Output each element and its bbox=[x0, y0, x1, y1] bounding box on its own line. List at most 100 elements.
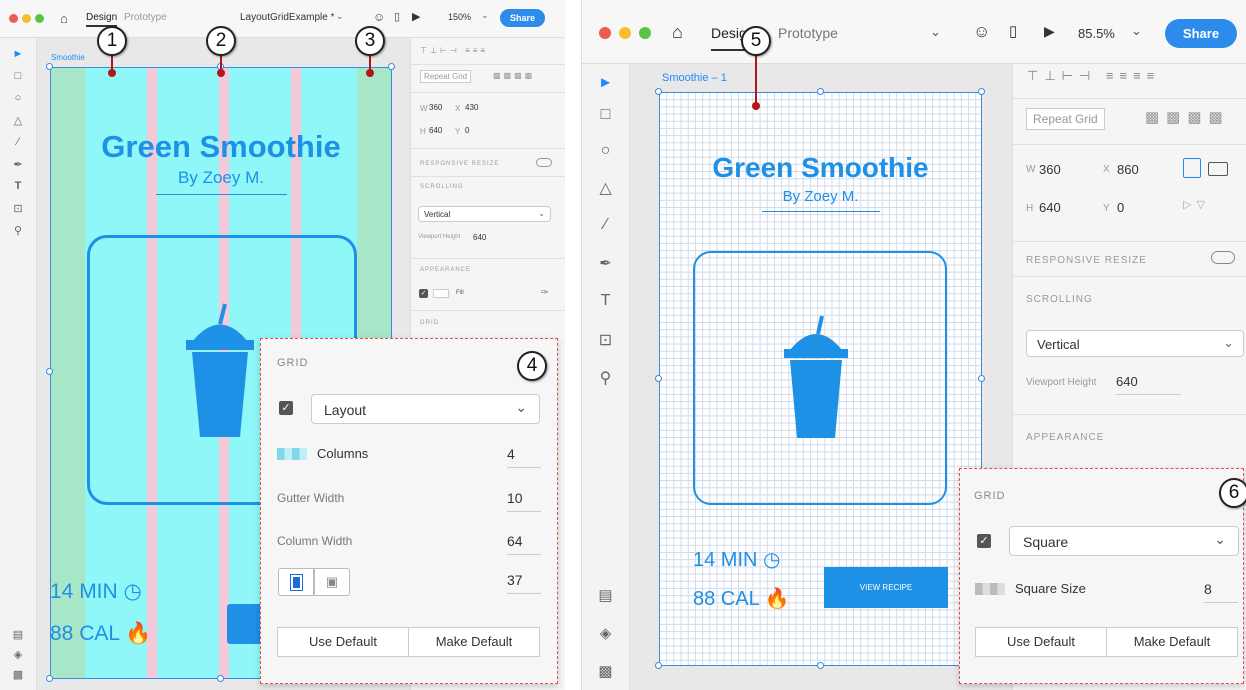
plugins-icon[interactable]: ▩ bbox=[0, 668, 36, 681]
zoom-chevron-icon[interactable]: ⌄ bbox=[1131, 23, 1142, 39]
maximize-window-button[interactable] bbox=[639, 27, 651, 39]
square-size-field[interactable]: 8 bbox=[1204, 581, 1238, 603]
resize-handle[interactable] bbox=[217, 675, 224, 682]
x-field[interactable]: 860 bbox=[1117, 162, 1139, 177]
boolean-ops-icons[interactable]: ▩▩▩▩ bbox=[1145, 108, 1230, 126]
boolean-ops-icons[interactable]: ▩▩▩▩ bbox=[493, 71, 535, 80]
zoom-level[interactable]: 150% bbox=[448, 12, 471, 22]
close-window-button[interactable] bbox=[9, 14, 18, 23]
ellipse-tool-icon[interactable]: ○ bbox=[0, 92, 36, 104]
repeat-grid-button[interactable]: Repeat Grid bbox=[1026, 108, 1105, 130]
rectangle-tool-icon[interactable]: □ bbox=[0, 70, 36, 82]
gutter-width-field[interactable]: 10 bbox=[507, 490, 541, 512]
text-tool-icon[interactable]: T bbox=[0, 180, 36, 192]
resize-handle[interactable] bbox=[817, 88, 824, 95]
x-field[interactable]: 430 bbox=[465, 103, 478, 112]
resize-handle[interactable] bbox=[46, 675, 53, 682]
linked-margins-button[interactable] bbox=[278, 568, 314, 596]
margin-field[interactable]: 37 bbox=[507, 572, 541, 594]
assets-icon[interactable]: ▤ bbox=[0, 628, 36, 641]
select-tool-icon[interactable]: ► bbox=[582, 74, 629, 91]
select-tool-icon[interactable]: ► bbox=[0, 48, 36, 60]
share-user-icon[interactable]: ☺ bbox=[973, 22, 990, 42]
device-icon[interactable]: ▯ bbox=[394, 10, 400, 23]
play-icon[interactable]: ▶ bbox=[1044, 23, 1055, 40]
y-field[interactable]: 0 bbox=[1117, 200, 1124, 215]
individual-margins-button[interactable]: ▣ bbox=[314, 568, 350, 596]
zoom-level[interactable]: 85.5% bbox=[1078, 26, 1115, 41]
home-icon[interactable]: ⌂ bbox=[672, 22, 683, 43]
tab-prototype[interactable]: Prototype bbox=[124, 12, 167, 23]
play-icon[interactable]: ▶ bbox=[412, 10, 420, 23]
align-icons[interactable]: ⊤⊥⊢⊣ ≡≡≡≡ bbox=[1027, 68, 1160, 84]
eyedropper-icon[interactable]: ✑ bbox=[541, 287, 549, 298]
plugins-icon[interactable]: ▩ bbox=[582, 662, 629, 680]
resize-handle[interactable] bbox=[817, 662, 824, 669]
minimize-window-button[interactable] bbox=[22, 14, 31, 23]
height-field[interactable]: 640 bbox=[1039, 200, 1061, 215]
fill-swatch[interactable] bbox=[433, 289, 449, 298]
line-tool-icon[interactable]: ⁄ bbox=[582, 216, 629, 234]
make-default-button[interactable]: Make Default bbox=[1106, 627, 1238, 657]
zoom-tool-icon[interactable]: ⚲ bbox=[582, 368, 629, 388]
width-field[interactable]: 360 bbox=[1039, 162, 1061, 177]
resize-handle[interactable] bbox=[978, 375, 985, 382]
share-user-icon[interactable]: ☺ bbox=[373, 10, 385, 24]
resize-handle[interactable] bbox=[46, 63, 53, 70]
document-title[interactable]: LayoutGridExample * bbox=[240, 12, 335, 23]
share-button[interactable]: Share bbox=[500, 9, 545, 27]
columns-field[interactable]: 4 bbox=[507, 446, 541, 468]
resize-handle[interactable] bbox=[655, 662, 662, 669]
height-field[interactable]: 640 bbox=[429, 126, 442, 135]
y-field[interactable]: 0 bbox=[465, 126, 469, 135]
grid-type-select[interactable]: Square ⌄ bbox=[1009, 526, 1239, 556]
landscape-icon[interactable] bbox=[1208, 162, 1228, 176]
line-tool-icon[interactable]: ⁄ bbox=[0, 136, 36, 148]
scrolling-select[interactable]: Vertical ⌄ bbox=[1026, 330, 1244, 357]
home-icon[interactable]: ⌂ bbox=[60, 11, 68, 26]
artboard-tool-icon[interactable]: ⊡ bbox=[582, 330, 629, 350]
layers-icon[interactable]: ◈ bbox=[0, 648, 36, 661]
device-icon[interactable]: ▯ bbox=[1009, 22, 1017, 40]
minimize-window-button[interactable] bbox=[619, 27, 631, 39]
pen-tool-icon[interactable]: ✒ bbox=[582, 254, 629, 272]
use-default-button[interactable]: Use Default bbox=[277, 627, 409, 657]
columns-swatch-icon[interactable] bbox=[277, 448, 307, 460]
resize-handle[interactable] bbox=[655, 88, 662, 95]
artboard-tool-icon[interactable]: ⊡ bbox=[0, 202, 36, 215]
responsive-resize-toggle[interactable] bbox=[536, 158, 552, 167]
polygon-tool-icon[interactable]: △ bbox=[0, 114, 36, 127]
resize-handle[interactable] bbox=[388, 63, 395, 70]
rectangle-tool-icon[interactable]: □ bbox=[582, 106, 629, 124]
chevron-down-icon[interactable]: ⌄ bbox=[930, 24, 941, 40]
repeat-grid-button[interactable]: Repeat Grid bbox=[420, 70, 472, 83]
tab-design[interactable]: Design bbox=[86, 12, 118, 27]
artboard-label[interactable]: Smoothie bbox=[51, 53, 85, 62]
square-swatch-icon[interactable] bbox=[975, 583, 1005, 595]
grid-enable-checkbox[interactable]: ✓ bbox=[279, 401, 293, 415]
resize-handle[interactable] bbox=[655, 375, 662, 382]
grid-enable-checkbox[interactable]: ✓ bbox=[977, 534, 991, 548]
align-icons[interactable]: ⊤⊥⊢⊣ ≡≡≡ bbox=[420, 46, 488, 55]
maximize-window-button[interactable] bbox=[35, 14, 44, 23]
make-default-button[interactable]: Make Default bbox=[408, 627, 540, 657]
polygon-tool-icon[interactable]: △ bbox=[582, 178, 629, 198]
canvas[interactable]: Smoothie – 1 Green Smoothie By Zoey M. 1… bbox=[630, 64, 1012, 690]
grid-type-select[interactable]: Layout ⌄ bbox=[311, 394, 540, 424]
responsive-resize-toggle[interactable] bbox=[1211, 251, 1235, 264]
resize-handle[interactable] bbox=[978, 88, 985, 95]
scrolling-select[interactable]: Vertical ⌄ bbox=[418, 206, 551, 222]
layers-icon[interactable]: ◈ bbox=[582, 624, 629, 642]
flip-icons[interactable]: ▷▽ bbox=[1183, 198, 1210, 211]
fill-checkbox[interactable]: ✓ bbox=[419, 289, 428, 298]
viewport-height-field[interactable]: 640 bbox=[473, 233, 486, 242]
use-default-button[interactable]: Use Default bbox=[975, 627, 1107, 657]
pen-tool-icon[interactable]: ✒ bbox=[0, 158, 36, 171]
zoom-chevron-icon[interactable]: ⌄ bbox=[481, 10, 489, 21]
artboard-label[interactable]: Smoothie – 1 bbox=[662, 72, 727, 84]
text-tool-icon[interactable]: T bbox=[582, 292, 629, 310]
tab-prototype[interactable]: Prototype bbox=[778, 25, 838, 41]
viewport-height-field[interactable]: 640 bbox=[1116, 374, 1181, 395]
portrait-icon[interactable] bbox=[1183, 158, 1201, 178]
resize-handle[interactable] bbox=[46, 368, 53, 375]
